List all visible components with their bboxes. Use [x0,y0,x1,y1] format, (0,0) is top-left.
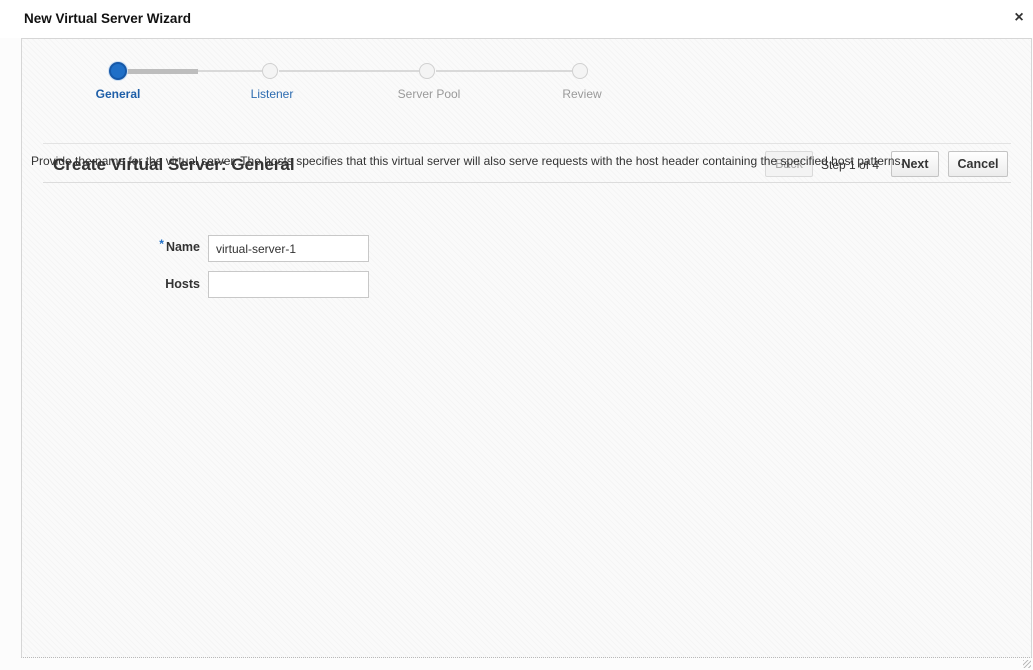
resize-handle[interactable] [1023,660,1031,668]
train-label-general[interactable]: General [68,87,168,101]
train-label-listener[interactable]: Listener [222,87,322,101]
name-input[interactable] [208,235,369,262]
train-connector [436,70,572,72]
wizard-dialog: New Virtual Server Wizard × General List… [0,0,1033,670]
train-label-review: Review [562,87,602,101]
wizard-content: General Listener Server Pool Review Crea… [21,38,1032,658]
hosts-field-label: Hosts [165,277,200,291]
name-label-text: Name [165,240,200,254]
train-connector [279,70,419,72]
train-stop-review [572,63,588,79]
train-separator [43,143,1011,144]
train-stop-listener[interactable] [262,63,278,79]
train-connector [198,70,262,72]
required-indicator: * [159,237,164,251]
dialog-title: New Virtual Server Wizard [24,11,191,26]
dialog-titlebar: New Virtual Server Wizard × [0,0,1033,38]
train-label-server-pool: Server Pool [397,87,461,101]
step-description: Provide the name for the virtual server.… [31,154,904,168]
train-connector-completed [120,69,198,74]
hosts-input[interactable] [208,271,369,298]
name-field-label: * Name [130,237,200,254]
wizard-train: General Listener Server Pool Review [22,39,1033,101]
train-stop-general[interactable] [109,62,127,80]
close-icon[interactable]: × [1010,9,1028,27]
train-stop-server-pool [419,63,435,79]
